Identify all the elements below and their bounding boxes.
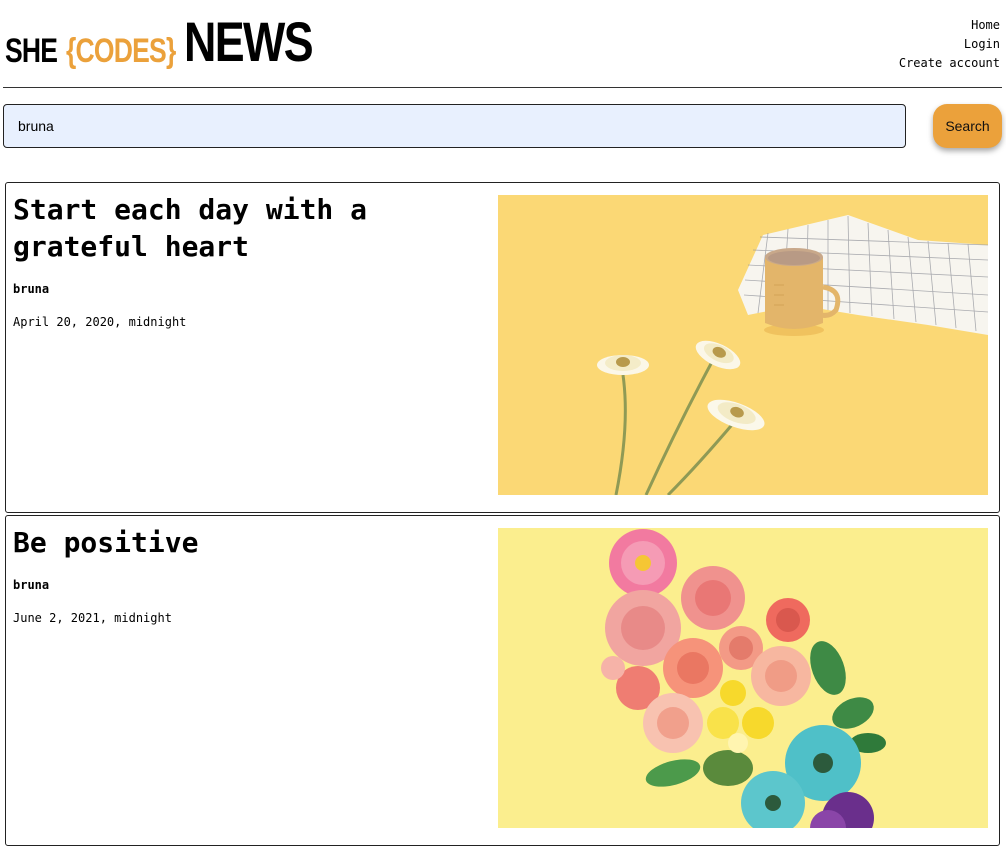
page: SHE {CODES} NEWS Home Login Create accou… bbox=[0, 0, 1006, 862]
nav-create-account-link[interactable]: Create account bbox=[899, 54, 1000, 73]
main-nav: Home Login Create account bbox=[899, 16, 1000, 73]
site-header: SHE {CODES} NEWS Home Login Create accou… bbox=[0, 0, 1006, 88]
article-title[interactable]: Start each day with a grateful heart bbox=[13, 191, 443, 265]
search-button[interactable]: Search bbox=[933, 104, 1002, 148]
header-divider bbox=[3, 87, 1002, 88]
logo-news: NEWS bbox=[184, 10, 314, 73]
nav-login-link[interactable]: Login bbox=[899, 35, 1000, 54]
nav-home-link[interactable]: Home bbox=[899, 16, 1000, 35]
flower-bouquet-image bbox=[498, 528, 988, 828]
article-card[interactable]: Start each day with a grateful heart bru… bbox=[5, 182, 1000, 513]
article-image[interactable] bbox=[498, 195, 988, 495]
flowers-coffee-image bbox=[498, 195, 988, 495]
article-date: April 20, 2020, midnight bbox=[13, 315, 187, 329]
logo-she: SHE bbox=[5, 32, 58, 70]
article-author: bruna bbox=[13, 578, 50, 592]
article-image[interactable] bbox=[498, 528, 988, 828]
logo-codes: {CODES} bbox=[65, 32, 176, 70]
article-title[interactable]: Be positive bbox=[13, 524, 443, 561]
site-logo[interactable]: SHE {CODES} NEWS bbox=[5, 14, 344, 70]
article-card[interactable]: Be positive bruna June 2, 2021, midnight bbox=[5, 515, 1000, 846]
article-date: June 2, 2021, midnight bbox=[13, 611, 172, 625]
search-input[interactable] bbox=[3, 104, 906, 148]
article-author: bruna bbox=[13, 282, 50, 296]
